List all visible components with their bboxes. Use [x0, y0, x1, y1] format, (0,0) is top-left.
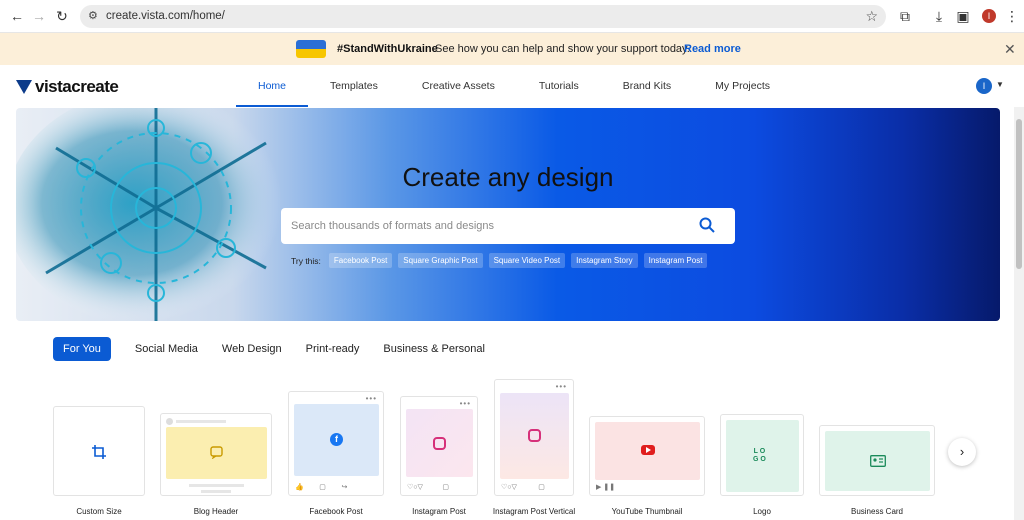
search-placeholder: Search thousands of formats and designs	[291, 220, 495, 232]
tab-for-you[interactable]: For You	[53, 337, 111, 361]
carousel-next-button[interactable]: ›	[948, 438, 976, 466]
search-input[interactable]: Search thousands of formats and designs	[281, 208, 735, 244]
download-icon[interactable]: ⤓	[930, 7, 948, 25]
try-label: Try this:	[291, 255, 321, 266]
facebook-icon: f	[330, 433, 343, 446]
read-more-link[interactable]: Read more	[684, 43, 741, 55]
side-panel-icon[interactable]: ▣	[954, 7, 972, 25]
format-card-logo[interactable]: L OG O Logo	[720, 414, 804, 516]
chip-instagram-story[interactable]: Instagram Story	[571, 253, 638, 268]
format-card-instagram-post-vertical[interactable]: ••• ♡○▽ ▢ Instagram Post Vertical	[493, 379, 575, 516]
video-controls-icon: ▶ ❚❚	[596, 484, 616, 491]
url-text: create.vista.com/home/	[106, 10, 225, 22]
chevron-right-icon: ›	[959, 444, 965, 459]
format-card-business-card[interactable]: Business Card	[819, 425, 935, 516]
chevron-down-icon[interactable]: ▼	[996, 80, 1004, 89]
logo-text: vistacreate	[35, 77, 119, 96]
forward-icon[interactable]: →	[30, 7, 48, 25]
banner-message: See how you can help and show your suppo…	[435, 43, 690, 55]
id-card-icon	[870, 455, 886, 467]
nav-item-brand-kits[interactable]: Brand Kits	[601, 65, 693, 107]
nav-item-home[interactable]: Home	[236, 65, 309, 107]
close-icon[interactable]: ✕	[1004, 41, 1016, 58]
format-card-facebook-post[interactable]: ••• f 👍 ▢ ↪ Facebook Post	[288, 391, 384, 516]
format-card-youtube-thumbnail[interactable]: ▶ ❚❚ YouTube Thumbnail	[589, 416, 705, 516]
tab-social-media[interactable]: Social Media	[135, 343, 198, 355]
user-avatar[interactable]: I	[976, 78, 992, 94]
format-label: Business Card	[850, 507, 904, 516]
announcement-banner: #StandWithUkraine See how you can help a…	[0, 33, 1024, 65]
tab-business-personal[interactable]: Business & Personal	[383, 343, 485, 355]
chip-square-graphic-post[interactable]: Square Graphic Post	[398, 253, 483, 268]
site-info-icon[interactable]: ⚙	[88, 9, 98, 22]
post-actions-icon: 👍 ▢ ↪	[295, 484, 348, 491]
suggestion-row: Try this: Facebook Post Square Graphic P…	[291, 253, 708, 268]
tab-web-design[interactable]: Web Design	[222, 343, 282, 355]
instagram-icon	[433, 437, 446, 450]
post-actions-icon: ♡○▽ ▢	[407, 484, 449, 491]
page-scrollbar[interactable]	[1014, 107, 1024, 520]
profile-avatar[interactable]: I	[980, 7, 998, 25]
menu-icon[interactable]: ⋮	[1003, 7, 1021, 25]
tab-print-ready[interactable]: Print-ready	[306, 343, 360, 355]
logo-mark-icon	[16, 80, 32, 94]
extensions-icon[interactable]: ⧉	[896, 7, 914, 25]
chip-facebook-post[interactable]: Facebook Post	[328, 253, 393, 268]
browser-toolbar: ← → ↻ ⚙ create.vista.com/home/ ☆ ⧉ ⤓ ▣ I…	[0, 0, 1024, 33]
nav-item-my-projects[interactable]: My Projects	[693, 65, 792, 107]
chip-square-video-post[interactable]: Square Video Post	[488, 253, 566, 268]
chat-icon	[210, 446, 223, 459]
back-icon[interactable]: ←	[8, 7, 26, 25]
search-icon[interactable]	[699, 217, 715, 233]
ukraine-flag-icon	[296, 40, 326, 58]
banner-tag: #StandWithUkraine	[337, 43, 438, 55]
hero-title: Create any design	[402, 162, 614, 192]
site-nav: vistacreate Home Templates Creative Asse…	[0, 65, 1024, 107]
post-actions-icon: ♡○▽ ▢	[501, 484, 545, 491]
instagram-icon	[528, 429, 541, 442]
chip-instagram-post[interactable]: Instagram Post	[643, 253, 708, 268]
bookmark-star-icon[interactable]: ☆	[865, 8, 878, 25]
nav-item-tutorials[interactable]: Tutorials	[517, 65, 601, 107]
address-bar[interactable]: ⚙ create.vista.com/home/ ☆	[80, 5, 886, 28]
hero-banner: Create any design Search thousands of fo…	[16, 108, 1000, 321]
category-tabs: For You Social Media Web Design Print-re…	[53, 337, 485, 361]
nav-item-creative-assets[interactable]: Creative Assets	[400, 65, 517, 107]
nav-item-templates[interactable]: Templates	[308, 65, 400, 107]
vistacreate-logo[interactable]: vistacreate	[16, 77, 119, 97]
format-card-blog-header[interactable]: Blog Header	[160, 413, 272, 516]
format-card-instagram-post[interactable]: ••• ♡○▽ ▢ Instagram Post	[400, 396, 478, 516]
logo-icon: L OG O	[753, 448, 766, 463]
youtube-icon	[641, 445, 655, 455]
reload-icon[interactable]: ↻	[53, 7, 71, 25]
format-card-custom-size[interactable]: Custom Size	[53, 406, 145, 516]
crop-icon	[92, 445, 106, 459]
